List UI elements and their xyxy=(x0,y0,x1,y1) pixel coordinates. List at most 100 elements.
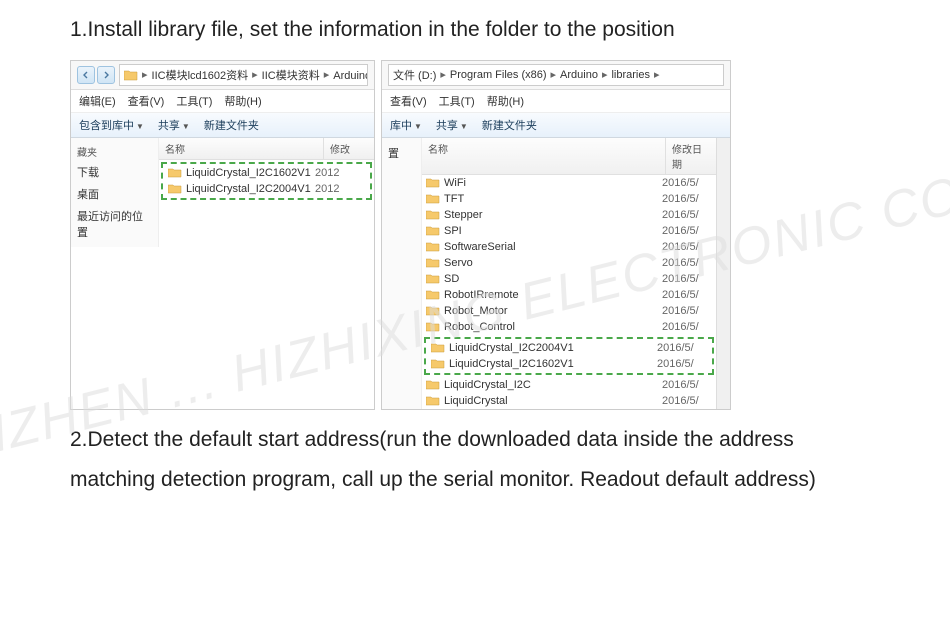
breadcrumb-part[interactable]: Arduino测试程序 xyxy=(333,67,368,83)
file-date: 2016/5/ xyxy=(662,225,712,237)
file-name: LiquidCrystal_I2C1602V1 xyxy=(186,167,311,179)
sidebar-item-desktop[interactable]: 桌面 xyxy=(75,183,154,205)
file-date: 2016/5/ xyxy=(662,241,712,253)
file-name: Robot_Control xyxy=(444,321,515,333)
file-name: LiquidCrystal_I2C xyxy=(444,379,531,391)
file-name: LiquidCrystal_I2C2004V1 xyxy=(186,183,311,195)
folder-icon xyxy=(431,342,445,353)
toolbar-include-library[interactable]: 包含到库中▼ xyxy=(79,117,144,133)
file-row[interactable]: Servo2016/5/ xyxy=(422,255,716,271)
breadcrumb-part[interactable]: Arduino xyxy=(560,69,598,81)
file-date: 2016/5/ xyxy=(662,321,712,333)
sidebar-header: 藏夹 xyxy=(75,142,154,161)
explorer-body: 藏夹 下载 桌面 最近访问的位置 名称 修改 LiquidCrystal_I2C… xyxy=(71,138,374,247)
breadcrumb-separator-icon: ▸ xyxy=(440,68,446,81)
file-row[interactable]: LiquidCrystal_I2C2004V1 2012 xyxy=(164,181,369,197)
list-header: 名称 修改 xyxy=(159,138,374,160)
file-row[interactable]: RobotIRremote 2016/5/ xyxy=(422,287,716,303)
toolbar-new-folder[interactable]: 新建文件夹 xyxy=(204,117,259,133)
address-bar: 文件 (D:) ▸ Program Files (x86) ▸ Arduino … xyxy=(382,61,730,90)
column-modified[interactable]: 修改日期 xyxy=(666,138,716,174)
explorer-body: 置 名称 修改日期 WiFi 2016/5/TFT2016/5/Stepper20… xyxy=(382,138,730,409)
explorer-window-destination: 文件 (D:) ▸ Program Files (x86) ▸ Arduino … xyxy=(381,60,731,410)
file-date: 2016/5/ xyxy=(662,379,712,391)
file-row[interactable]: LiquidCrystal_I2C1602V12016/5/ xyxy=(427,356,711,372)
file-row[interactable]: WiFi 2016/5/ xyxy=(422,175,716,191)
breadcrumb-prefix[interactable]: 文件 (D:) xyxy=(393,67,436,83)
menu-tools[interactable]: 工具(T) xyxy=(439,93,475,109)
folder-icon xyxy=(426,257,440,268)
folder-icon xyxy=(168,167,182,178)
menu-view[interactable]: 查看(V) xyxy=(390,93,427,109)
file-row[interactable]: LiquidCrystal_I2C 2016/5/ xyxy=(422,377,716,393)
file-name: LiquidCrystal_I2C1602V1 xyxy=(449,358,574,370)
file-row[interactable]: Robot_Control 2016/5/ xyxy=(422,319,716,335)
file-name: LiquidCrystal xyxy=(444,395,508,407)
breadcrumb-part[interactable]: IIC模块资料 xyxy=(262,67,320,83)
scrollbar[interactable] xyxy=(716,138,730,409)
toolbar: 库中▼ 共享▼ 新建文件夹 xyxy=(382,113,730,138)
breadcrumb[interactable]: 文件 (D:) ▸ Program Files (x86) ▸ Arduino … xyxy=(388,64,724,86)
file-name: LiquidCrystal_I2C2004V1 xyxy=(449,342,574,354)
breadcrumb[interactable]: ▸ IIC模块lcd1602资料 ▸ IIC模块资料 ▸ Arduino测试程序… xyxy=(119,64,368,86)
list-header: 名称 修改日期 xyxy=(422,138,716,175)
toolbar-new-folder[interactable]: 新建文件夹 xyxy=(482,117,537,133)
file-date: 2016/5/ xyxy=(662,257,712,269)
file-name: SD xyxy=(444,273,459,285)
folder-icon xyxy=(426,379,440,390)
breadcrumb-separator-icon: ▸ xyxy=(252,68,258,81)
nav-arrows xyxy=(77,66,115,84)
folder-icon xyxy=(426,321,440,332)
file-date: 2012 xyxy=(315,183,365,195)
file-date: 2016/5/ xyxy=(662,177,712,189)
file-row[interactable]: LiquidCrystal_I2C1602V1 2012 xyxy=(164,165,369,181)
breadcrumb-part[interactable]: libraries xyxy=(611,69,650,81)
menu-edit[interactable]: 编辑(E) xyxy=(79,93,116,109)
toolbar-share[interactable]: 共享▼ xyxy=(158,117,190,133)
sidebar: 置 xyxy=(382,138,422,409)
folder-icon xyxy=(426,177,440,188)
menu-help[interactable]: 帮助(H) xyxy=(224,93,261,109)
nav-forward-button[interactable] xyxy=(97,66,115,84)
instruction-2: 2.Detect the default start address(run t… xyxy=(70,420,880,500)
screenshots-row: ▸ IIC模块lcd1602资料 ▸ IIC模块资料 ▸ Arduino测试程序… xyxy=(70,60,880,410)
file-row[interactable]: SoftwareSerial2016/5/ xyxy=(422,239,716,255)
file-row[interactable]: Robot_Motor2016/5/ xyxy=(422,303,716,319)
folder-icon xyxy=(426,193,440,204)
file-row[interactable]: LiquidCrystal_I2C2004V12016/5/ xyxy=(427,340,711,356)
file-row[interactable]: SPI 2016/5/ xyxy=(422,223,716,239)
sidebar-item[interactable]: 置 xyxy=(386,142,417,164)
breadcrumb-part[interactable]: IIC模块lcd1602资料 xyxy=(152,67,249,83)
file-date: 2016/5/ xyxy=(662,273,712,285)
file-row[interactable]: SD 2016/5/ xyxy=(422,271,716,287)
folder-icon xyxy=(426,209,440,220)
dropdown-icon: ▼ xyxy=(136,122,144,131)
file-name: WiFi xyxy=(444,177,466,189)
menu-bar: 编辑(E) 查看(V) 工具(T) 帮助(H) xyxy=(71,90,374,113)
file-name: RobotIRremote xyxy=(444,289,519,301)
file-row[interactable]: LiquidCrystal 2016/5/ xyxy=(422,393,716,409)
file-date: 2016/5/ xyxy=(662,395,712,407)
file-row[interactable]: Stepper2016/5/ xyxy=(422,207,716,223)
file-name: SPI xyxy=(444,225,462,237)
toolbar-share[interactable]: 共享▼ xyxy=(436,117,468,133)
column-name[interactable]: 名称 xyxy=(422,138,666,174)
file-name: Robot_Motor xyxy=(444,305,508,317)
sidebar-item-downloads[interactable]: 下载 xyxy=(75,161,154,183)
file-date: 2016/5/ xyxy=(662,289,712,301)
breadcrumb-separator-icon: ▸ xyxy=(551,68,557,81)
menu-help[interactable]: 帮助(H) xyxy=(487,93,524,109)
breadcrumb-part[interactable]: Program Files (x86) xyxy=(450,69,547,81)
column-name[interactable]: 名称 xyxy=(159,138,324,159)
menu-tools[interactable]: 工具(T) xyxy=(176,93,212,109)
file-row[interactable]: TFT2016/5/ xyxy=(422,191,716,207)
nav-back-button[interactable] xyxy=(77,66,95,84)
folder-icon xyxy=(426,241,440,252)
toolbar-include-library[interactable]: 库中▼ xyxy=(390,117,422,133)
menu-view[interactable]: 查看(V) xyxy=(128,93,165,109)
folder-icon xyxy=(426,395,440,406)
explorer-window-source: ▸ IIC模块lcd1602资料 ▸ IIC模块资料 ▸ Arduino测试程序… xyxy=(70,60,375,410)
column-modified[interactable]: 修改 xyxy=(324,138,374,159)
dropdown-icon: ▼ xyxy=(460,122,468,131)
sidebar-item-recent[interactable]: 最近访问的位置 xyxy=(75,205,154,243)
